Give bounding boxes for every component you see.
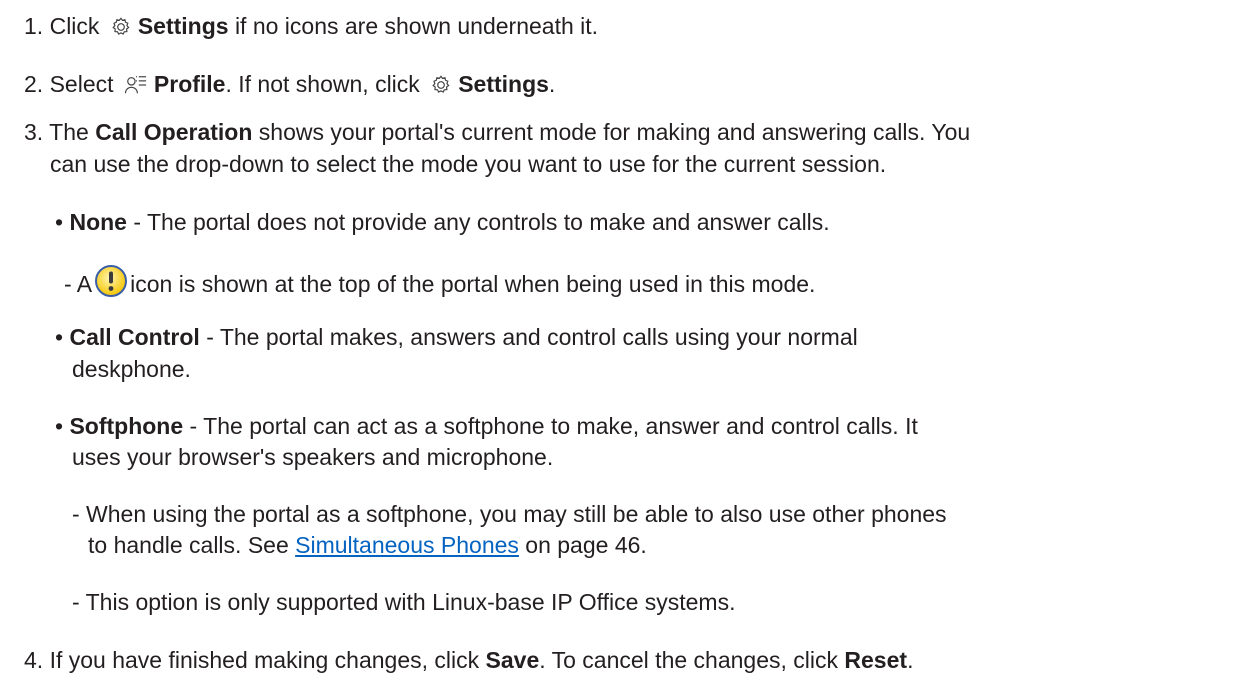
gear-icon — [430, 74, 452, 96]
step-number: 3. — [24, 119, 44, 145]
exclamation-circle-icon — [94, 264, 128, 298]
step-number: 1. — [24, 13, 44, 39]
simultaneous-phones-link[interactable]: Simultaneous Phones — [295, 532, 519, 558]
step-number: 4. — [24, 647, 44, 673]
settings-label: Settings — [458, 71, 549, 97]
call-operation-label: Call Operation — [95, 119, 253, 145]
mode-none: • None - The portal does not provide any… — [55, 209, 830, 235]
save-label: Save — [485, 647, 540, 673]
reset-label: Reset — [844, 647, 908, 673]
mode-none-note: - A icon is shown at the top of the port… — [64, 264, 815, 299]
softphone-note-2: - This option is only supported with Lin… — [72, 589, 736, 615]
step-2: 2. Select Profile. If not shown, click S… — [24, 71, 556, 97]
step-4: 4. If you have finished making changes, … — [24, 647, 914, 673]
mode-name: None — [69, 209, 127, 235]
mode-name: Call Control — [69, 324, 200, 350]
step-3-line-2: can use the drop-down to select the mode… — [50, 151, 887, 177]
profile-list-icon — [124, 74, 148, 96]
mode-call-control-line-2: deskphone. — [72, 356, 191, 382]
document-page: 1. Click Settings if no icons are shown … — [0, 0, 1238, 682]
mode-softphone: • Softphone - The portal can act as a so… — [55, 413, 918, 439]
step-1: 1. Click Settings if no icons are shown … — [24, 13, 599, 39]
mode-softphone-line-2: uses your browser's speakers and microph… — [72, 444, 554, 470]
bullet: • — [55, 413, 64, 439]
settings-label: Settings — [137, 13, 229, 39]
bullet: • — [55, 209, 64, 235]
softphone-note-1: - When using the portal as a softphone, … — [72, 501, 947, 527]
mode-call-control: • Call Control - The portal makes, answe… — [55, 324, 858, 350]
step-number: 2. — [24, 71, 44, 97]
step-3-line-1: 3. The Call Operation shows your portal'… — [24, 119, 971, 145]
gear-icon — [110, 16, 132, 38]
bullet: • — [55, 324, 64, 350]
softphone-note-1-line-2: to handle calls. See Simultaneous Phones… — [88, 532, 647, 558]
profile-label: Profile — [153, 71, 226, 97]
mode-name: Softphone — [69, 413, 184, 439]
